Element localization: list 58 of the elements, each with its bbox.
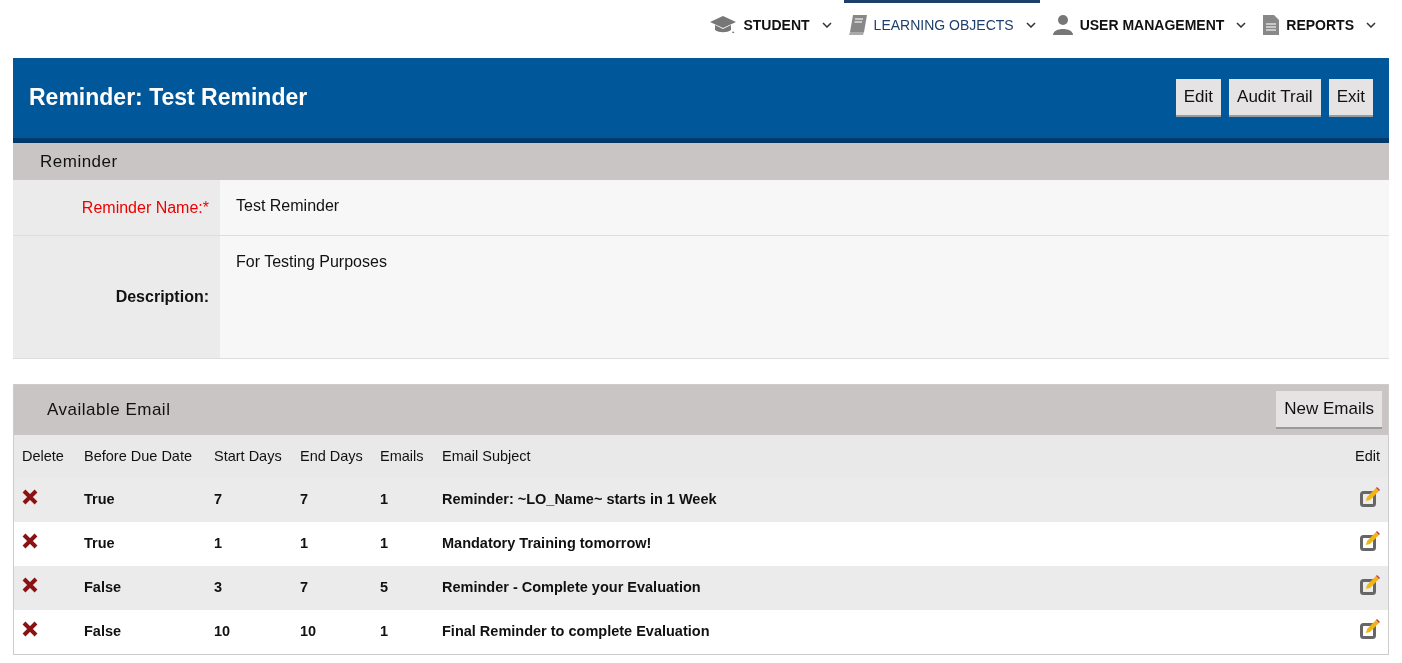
caret-icon [1236,22,1247,28]
table-cell: Final Reminder to complete Evaluation [434,610,1270,654]
table-cell: True [76,478,206,522]
book-icon [847,14,868,36]
caret-icon [1366,22,1376,28]
delete-icon[interactable] [22,576,38,593]
column-header: Email Subject [434,435,1270,478]
document-icon [1262,14,1281,36]
table-cell: Reminder - Complete your Evaluation [434,566,1270,610]
user-icon [1051,14,1074,36]
field-label: Reminder Name:* [13,180,220,235]
delete-icon[interactable] [22,488,38,505]
nav-menu-item[interactable]: LEARNING OBJECTS [843,0,1040,50]
table-cell: 3 [206,566,292,610]
table-cell: 7 [206,478,292,522]
edit-icon[interactable] [1360,574,1380,595]
column-header: End Days [292,435,372,478]
table-cell: True [76,522,206,566]
edit-icon[interactable] [1360,618,1380,639]
nav-menu-item[interactable]: REPORTS [1258,0,1380,50]
table-cell: 1 [372,610,434,654]
edit-icon[interactable] [1360,530,1380,551]
table-cell: Mandatory Training tomorrow! [434,522,1270,566]
header-button[interactable]: Exit [1328,79,1373,117]
header-button[interactable]: Edit [1175,79,1222,117]
table-cell: False [76,610,206,654]
table-cell: Reminder: ~LO_Name~ starts in 1 Week [434,478,1270,522]
nav-menu-item[interactable]: STUDENT [705,0,836,50]
page-title: Reminder: Test Reminder [29,84,308,112]
header-button[interactable]: Audit Trail [1229,79,1321,117]
caret-icon [821,22,832,28]
delete-icon[interactable] [22,620,38,637]
table-cell: 7 [292,478,372,522]
column-header: Before Due Date [76,435,206,478]
table-cell: 10 [292,610,372,654]
field-value: For Testing Purposes [220,236,1389,358]
section-header: Reminder [13,143,1389,180]
field-value: Test Reminder [220,180,1389,235]
table-cell: False [76,566,206,610]
mortarboard-icon [709,14,738,36]
table-cell: 1 [206,522,292,566]
delete-icon[interactable] [22,532,38,549]
table-cell: 10 [206,610,292,654]
table-cell: 1 [292,522,372,566]
field-label: Description: [13,236,220,358]
column-header: Emails [372,435,434,478]
edit-icon[interactable] [1360,486,1380,507]
table-cell: 1 [372,522,434,566]
table-cell: 5 [372,566,434,610]
column-header: Edit [1270,435,1388,478]
column-header: Delete [14,435,76,478]
nav-menu-item[interactable]: USER MANAGEMENT [1047,0,1251,50]
table-cell: 1 [372,478,434,522]
caret-icon [1025,22,1036,28]
new-emails-button[interactable]: New Emails [1276,391,1382,429]
section-title: Available Email [47,399,171,422]
table-cell: 7 [292,566,372,610]
column-header: Start Days [206,435,292,478]
